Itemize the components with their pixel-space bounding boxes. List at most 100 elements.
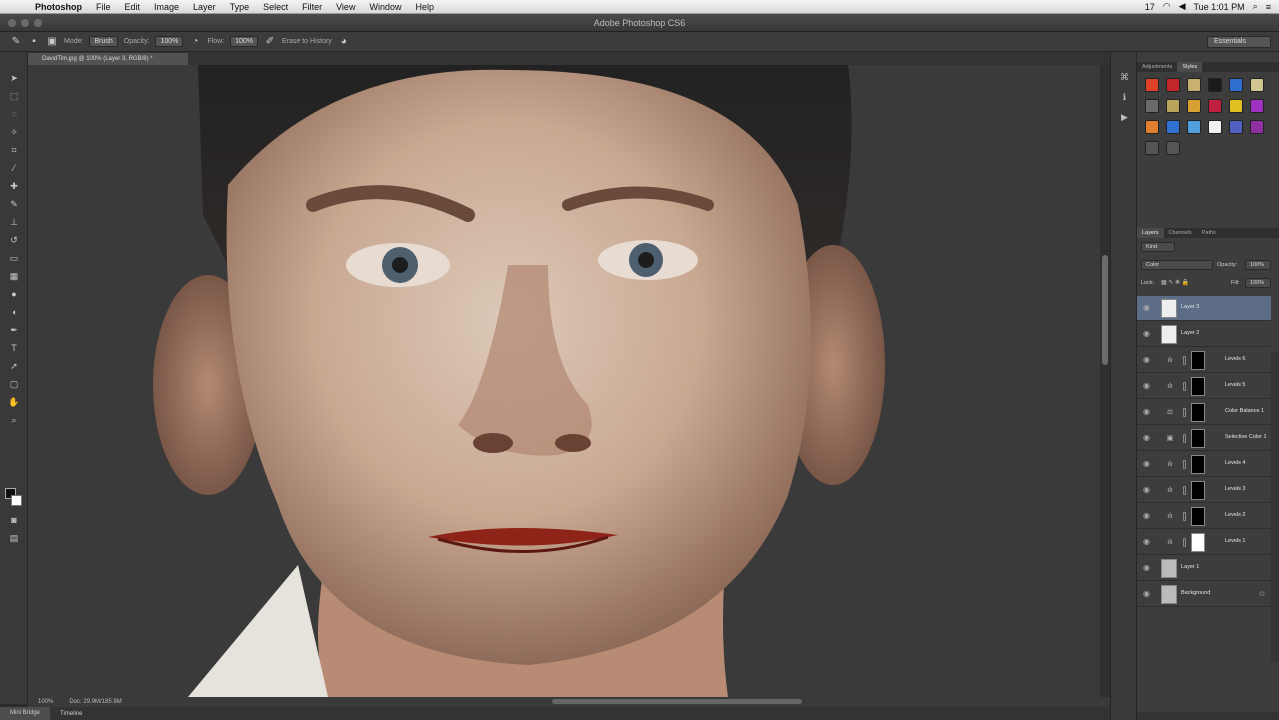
marquee-tool-icon[interactable]: ⬚ — [7, 90, 21, 102]
layer-name[interactable]: Layer 1 — [1181, 564, 1199, 570]
mode-select[interactable]: Brush — [89, 36, 118, 47]
layer-name[interactable]: Layer 3 — [1181, 304, 1199, 310]
mask-link-icon[interactable] — [1183, 356, 1186, 365]
style-swatch[interactable] — [1166, 120, 1180, 134]
layer-name[interactable]: Background — [1181, 590, 1210, 596]
type-tool-icon[interactable]: T — [7, 342, 21, 354]
layer-mask-thumbnail[interactable] — [1191, 351, 1205, 370]
style-swatch[interactable] — [1145, 78, 1159, 92]
layer-thumbnail[interactable] — [1161, 325, 1177, 344]
layer-mask-thumbnail[interactable] — [1191, 403, 1205, 422]
style-swatch[interactable] — [1145, 120, 1159, 134]
menu-view[interactable]: View — [329, 2, 362, 12]
menu-app-name[interactable]: Photoshop — [28, 2, 89, 12]
menu-help[interactable]: Help — [408, 2, 441, 12]
tab-mini-bridge[interactable]: Mini Bridge — [0, 707, 51, 720]
layer-name[interactable]: Levels 5 — [1225, 382, 1246, 388]
layer-visibility-icon[interactable]: ◉ — [1143, 512, 1152, 520]
close-window-icon[interactable] — [8, 19, 16, 27]
style-swatch[interactable] — [1187, 120, 1201, 134]
document-tab[interactable]: DavidTim.jpg @ 100% (Layer 3, RGB/8) * — [28, 53, 188, 65]
brush-tool-icon[interactable]: ✎ — [7, 198, 21, 210]
layer-row[interactable]: ◉ Layer 1 — [1137, 556, 1271, 581]
flow-field[interactable]: 100% — [230, 36, 258, 47]
blur-tool-icon[interactable]: ● — [7, 288, 21, 300]
adjustment-layer-icon[interactable]: ılı — [1165, 382, 1175, 391]
layer-row[interactable]: ◉ Background ⊙ — [1137, 582, 1271, 607]
layer-row[interactable]: ◉ ⚖ Color Balance 1 — [1137, 400, 1271, 425]
adjustment-layer-icon[interactable]: ılı — [1165, 512, 1175, 521]
layer-row[interactable]: ◉ ılı Levels 2 — [1137, 504, 1271, 529]
layer-row[interactable]: ◉ Layer 3 — [1137, 296, 1271, 321]
brush-preset-picker-icon[interactable]: ▪ — [28, 36, 40, 48]
layer-row[interactable]: ◉ ılı Levels 4 — [1137, 452, 1271, 477]
layer-thumbnail[interactable] — [1161, 299, 1177, 318]
layer-name[interactable]: Levels 2 — [1225, 512, 1246, 518]
layer-row[interactable]: ◉ ılı Levels 1 — [1137, 530, 1271, 555]
style-swatch[interactable] — [1208, 120, 1222, 134]
style-swatch[interactable] — [1229, 99, 1243, 113]
canvas-vertical-scrollbar[interactable] — [1100, 65, 1110, 697]
style-swatch[interactable] — [1229, 120, 1243, 134]
style-swatch[interactable] — [1208, 78, 1222, 92]
minimize-window-icon[interactable] — [21, 19, 29, 27]
layer-name[interactable]: Levels 1 — [1225, 538, 1246, 544]
history-panel-icon[interactable]: ⌘ — [1118, 72, 1131, 84]
volume-icon[interactable]: ◀ — [1179, 1, 1186, 12]
shape-tool-icon[interactable]: ▢ — [7, 378, 21, 390]
layer-thumbnail[interactable] — [1161, 585, 1177, 604]
layer-visibility-icon[interactable]: ◉ — [1143, 434, 1152, 442]
layer-visibility-icon[interactable]: ◉ — [1143, 460, 1152, 468]
wifi-icon[interactable]: ◠ — [1163, 1, 1171, 12]
mask-link-icon[interactable] — [1183, 512, 1186, 521]
layer-name[interactable]: Levels 4 — [1225, 460, 1246, 466]
opacity-field[interactable]: 100% — [155, 36, 184, 47]
adjustment-layer-icon[interactable]: ılı — [1165, 460, 1175, 469]
actions-panel-icon[interactable]: ▶ — [1118, 112, 1131, 124]
path-selection-tool-icon[interactable]: ➚ — [7, 360, 21, 372]
layer-visibility-icon[interactable]: ◉ — [1143, 356, 1152, 364]
layer-row[interactable]: ◉ Layer 2 — [1137, 322, 1271, 347]
layer-mask-thumbnail[interactable] — [1191, 481, 1205, 500]
airbrush-icon[interactable]: ✐ — [264, 36, 276, 48]
style-swatch[interactable] — [1166, 141, 1180, 155]
layer-visibility-icon[interactable]: ◉ — [1143, 330, 1152, 338]
layer-name[interactable]: Selective Color 1 — [1225, 434, 1267, 440]
document-size[interactable]: Doc: 29.9M/185.9M — [69, 699, 121, 705]
style-swatch[interactable] — [1166, 99, 1180, 113]
style-swatch[interactable] — [1145, 141, 1159, 155]
spotlight-icon[interactable]: ⌕ — [1253, 1, 1258, 12]
layer-mask-thumbnail[interactable] — [1191, 455, 1205, 474]
adjustment-layer-icon[interactable]: ılı — [1165, 486, 1175, 495]
style-swatch[interactable] — [1187, 78, 1201, 92]
layer-mask-thumbnail[interactable] — [1191, 377, 1205, 396]
layer-row[interactable]: ◉ ılı Levels 6 — [1137, 348, 1271, 373]
style-swatch[interactable] — [1229, 78, 1243, 92]
layer-mask-thumbnail[interactable] — [1191, 533, 1205, 552]
tab-styles[interactable]: Styles — [1177, 62, 1203, 72]
crop-tool-icon[interactable]: ⌗ — [7, 144, 21, 156]
menu-layer[interactable]: Layer — [186, 2, 223, 12]
layer-row[interactable]: ◉ ılı Levels 3 — [1137, 478, 1271, 503]
zoom-window-icon[interactable] — [34, 19, 42, 27]
adjustment-layer-icon[interactable]: ⚖ — [1165, 408, 1175, 417]
adjustment-layer-icon[interactable]: ▣ — [1165, 434, 1175, 443]
layer-name[interactable]: Layer 2 — [1181, 330, 1199, 336]
history-brush-tool-icon[interactable]: ↺ — [7, 234, 21, 246]
adjustment-layer-icon[interactable]: ılı — [1165, 538, 1175, 547]
style-swatch[interactable] — [1145, 99, 1159, 113]
clone-stamp-tool-icon[interactable]: ⊥ — [7, 216, 21, 228]
style-swatch[interactable] — [1250, 78, 1264, 92]
style-swatch[interactable] — [1208, 99, 1222, 113]
move-tool-icon[interactable]: ➤ — [7, 72, 21, 84]
eraser-tool-preset-icon[interactable]: ✎ — [10, 36, 22, 48]
screen-mode-icon[interactable]: ▤ — [7, 532, 21, 544]
adjustment-layer-icon[interactable]: ılı — [1165, 356, 1175, 365]
properties-panel-icon[interactable]: ℹ — [1118, 92, 1131, 104]
eraser-tool-icon[interactable]: ▭ — [7, 252, 21, 264]
menu-image[interactable]: Image — [147, 2, 186, 12]
horizontal-scroll-thumb[interactable] — [552, 699, 802, 704]
workspace-switcher[interactable]: Essentials — [1207, 36, 1271, 48]
menubar-clock[interactable]: Tue 1:01 PM — [1193, 2, 1244, 12]
pressure-size-icon[interactable]: ◕ — [338, 36, 350, 48]
